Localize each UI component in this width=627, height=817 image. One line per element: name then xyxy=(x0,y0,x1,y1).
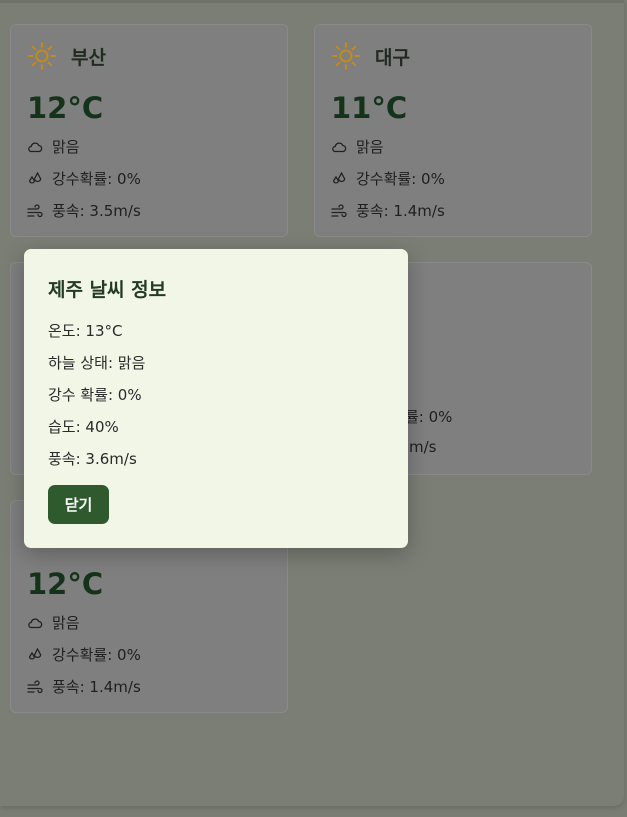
wind-icon xyxy=(27,679,43,693)
wind-speed: 풍속: 3.5m/s xyxy=(52,202,141,220)
weather-card-daegu[interactable]: 대구 11°C 맑음 강수확률: 0% 풍속: 1.4m/s xyxy=(314,24,592,237)
wind-speed: 풍속: 1.4m/s xyxy=(52,678,141,696)
sky-row: 맑음 xyxy=(331,136,384,157)
modal-temperature: 온도: 13°C xyxy=(48,322,123,340)
sun-icon xyxy=(28,42,56,70)
rain-probability: 강수확률: 0% xyxy=(52,646,141,664)
rain-row: 강수확률: 0% xyxy=(27,644,141,665)
sky-row: 맑음 xyxy=(27,612,80,633)
droplets-icon xyxy=(332,171,346,184)
modal-wind-speed: 풍속: 3.6m/s xyxy=(48,450,137,468)
wind-row: 풍속: 3.5m/s xyxy=(27,200,141,221)
wind-icon xyxy=(27,203,43,217)
page-top-border xyxy=(0,0,624,3)
sky-status: 맑음 xyxy=(52,138,80,156)
close-button[interactable]: 닫기 xyxy=(48,485,109,524)
rain-probability: 강수확률: 0% xyxy=(356,170,445,188)
temperature: 12°C xyxy=(27,91,104,125)
cloud-icon xyxy=(28,141,43,152)
cloud-icon xyxy=(332,141,347,152)
wind-speed: 풍속: 1.4m/s xyxy=(356,202,445,220)
rain-row: 강수확률: 0% xyxy=(27,168,141,189)
sky-status: 맑음 xyxy=(52,614,80,632)
cloud-icon xyxy=(28,617,43,628)
card-header: 대구 xyxy=(331,41,410,71)
wind-row: 풍속: 1.4m/s xyxy=(27,676,141,697)
droplets-icon xyxy=(28,171,42,184)
temperature: 11°C xyxy=(331,91,408,125)
city-name: 부산 xyxy=(71,46,106,69)
modal-sky-status: 하늘 상태: 맑음 xyxy=(48,354,146,372)
temperature: 12°C xyxy=(27,567,104,601)
rain-probability: 강수확률: 0% xyxy=(52,170,141,188)
sun-icon xyxy=(332,42,360,70)
droplets-icon xyxy=(28,647,42,660)
modal-title: 제주 날씨 정보 xyxy=(48,279,167,301)
modal-rain-probability: 강수 확률: 0% xyxy=(48,386,142,404)
weather-detail-modal: 제주 날씨 정보 온도: 13°C 하늘 상태: 맑음 강수 확률: 0% 습도… xyxy=(24,249,408,548)
wind-icon xyxy=(331,203,347,217)
sky-row: 맑음 xyxy=(27,136,80,157)
weather-card-busan[interactable]: 부산 12°C 맑음 강수확률: 0% 풍속: 3.5m/s xyxy=(10,24,288,237)
modal-humidity: 습도: 40% xyxy=(48,418,119,436)
sky-status: 맑음 xyxy=(356,138,384,156)
wind-row: 풍속: 1.4m/s xyxy=(331,200,445,221)
rain-row: 강수확률: 0% xyxy=(331,168,445,189)
card-header: 부산 xyxy=(27,41,106,71)
city-name: 대구 xyxy=(375,46,410,69)
